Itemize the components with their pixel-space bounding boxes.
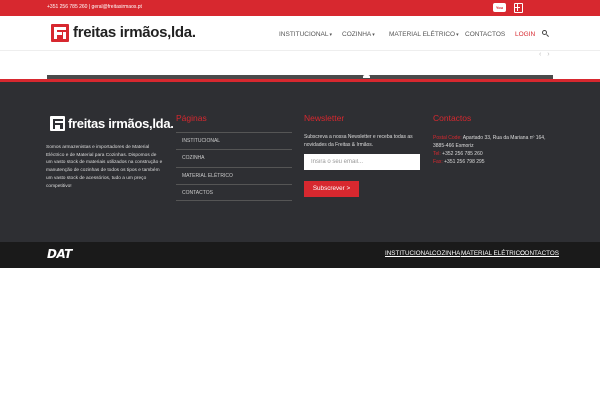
fax: Fax: +351 256 798 295 <box>433 158 553 166</box>
logo-mark-icon <box>51 24 69 42</box>
header-divider <box>0 50 600 51</box>
top-bar: +351 256 785 260 | geral@freitasirmaos.p… <box>0 0 600 16</box>
telephone: Tel: +352 256 785 260 <box>433 150 553 158</box>
site-header: freitas irmãos,lda. INSTITUCIONAL▾ COZIN… <box>0 16 600 50</box>
chevron-down-icon: ▾ <box>329 32 332 38</box>
slider-prev-icon[interactable]: ‹ <box>539 51 541 58</box>
chevron-down-icon: ▾ <box>456 32 459 38</box>
slider-next-icon[interactable]: › <box>547 51 549 58</box>
contacts-info: Postal Code: Apartado 33, Rua da Mariana… <box>433 134 553 166</box>
tel-value[interactable]: +352 256 785 260 <box>442 151 482 157</box>
fax-value: +351 256 798 295 <box>444 159 485 165</box>
search-icon[interactable] <box>542 30 549 37</box>
nav-item-contactos[interactable]: CONTACTOS <box>465 31 505 38</box>
site-logo[interactable]: freitas irmãos,lda. <box>51 23 196 43</box>
top-contact-info: +351 256 785 260 | geral@freitasirmaos.p… <box>47 4 142 10</box>
pages-list: INSTITUCIONAL COZINHA MATERIAL ELÉTRICO … <box>176 132 292 202</box>
bottom-link-material-eletrico[interactable]: MATERIAL ELÉTRICO <box>461 250 525 257</box>
pages-title: Páginas <box>176 113 207 123</box>
newsletter-email-input[interactable] <box>304 154 420 170</box>
tel-label: Tel: <box>433 151 441 157</box>
newsletter-title: Newsletter <box>304 113 345 123</box>
subscribe-button[interactable]: Subscrever > <box>304 181 359 197</box>
bottom-link-institucional[interactable]: INSTITUCIONAL <box>385 250 433 257</box>
footer-page-link[interactable]: CONTACTOS <box>176 183 292 202</box>
postal-address: Postal Code: Apartado 33, Rua da Mariana… <box>433 134 553 150</box>
nav-item-login[interactable]: LOGIN <box>515 31 535 38</box>
footer-page-link[interactable]: MATERIAL ELÉTRICO <box>176 166 292 184</box>
slider-arrows: ‹ › <box>539 51 554 58</box>
brand-social-icon[interactable] <box>514 3 523 13</box>
fax-label: Fax: <box>433 159 443 165</box>
about-text: Somos armazenistas e importadores de Mat… <box>46 145 163 189</box>
bottom-link-cozinha[interactable]: COZINHA <box>432 250 460 257</box>
nav-item-material-eletrico[interactable]: MATERIAL ELÉTRICO▾ <box>389 31 459 38</box>
dat-logo[interactable]: DAT <box>47 248 72 260</box>
footer-page-link[interactable]: COZINHA <box>176 149 292 166</box>
bottom-link-contactos[interactable]: CONTACTOS <box>520 250 559 257</box>
logo-mark-icon <box>50 116 65 131</box>
contacts-title: Contactos <box>433 113 472 123</box>
footer-page-link[interactable]: INSTITUCIONAL <box>176 132 292 149</box>
footer-logo[interactable]: freitas irmãos,lda. <box>50 115 174 132</box>
postal-label: Postal Code: <box>433 135 462 141</box>
nav-item-cozinha[interactable]: COZINHA▾ <box>342 31 375 38</box>
logo-text: freitas irmãos,lda. <box>73 24 196 41</box>
bottom-bar: DAT INSTITUCIONAL COZINHA MATERIAL ELÉTR… <box>0 242 600 268</box>
slider-indicator[interactable] <box>363 75 370 78</box>
chevron-down-icon: ▾ <box>372 32 375 38</box>
footer-logo-text: freitas irmãos,lda. <box>68 116 174 131</box>
newsletter-text: Subscreva a nossa Newsletter e receba to… <box>304 134 413 148</box>
youtube-icon[interactable]: You <box>493 3 506 12</box>
site-footer: freitas irmãos,lda. Somos armazenistas e… <box>0 82 600 242</box>
nav-item-institucional[interactable]: INSTITUCIONAL▾ <box>279 31 332 38</box>
